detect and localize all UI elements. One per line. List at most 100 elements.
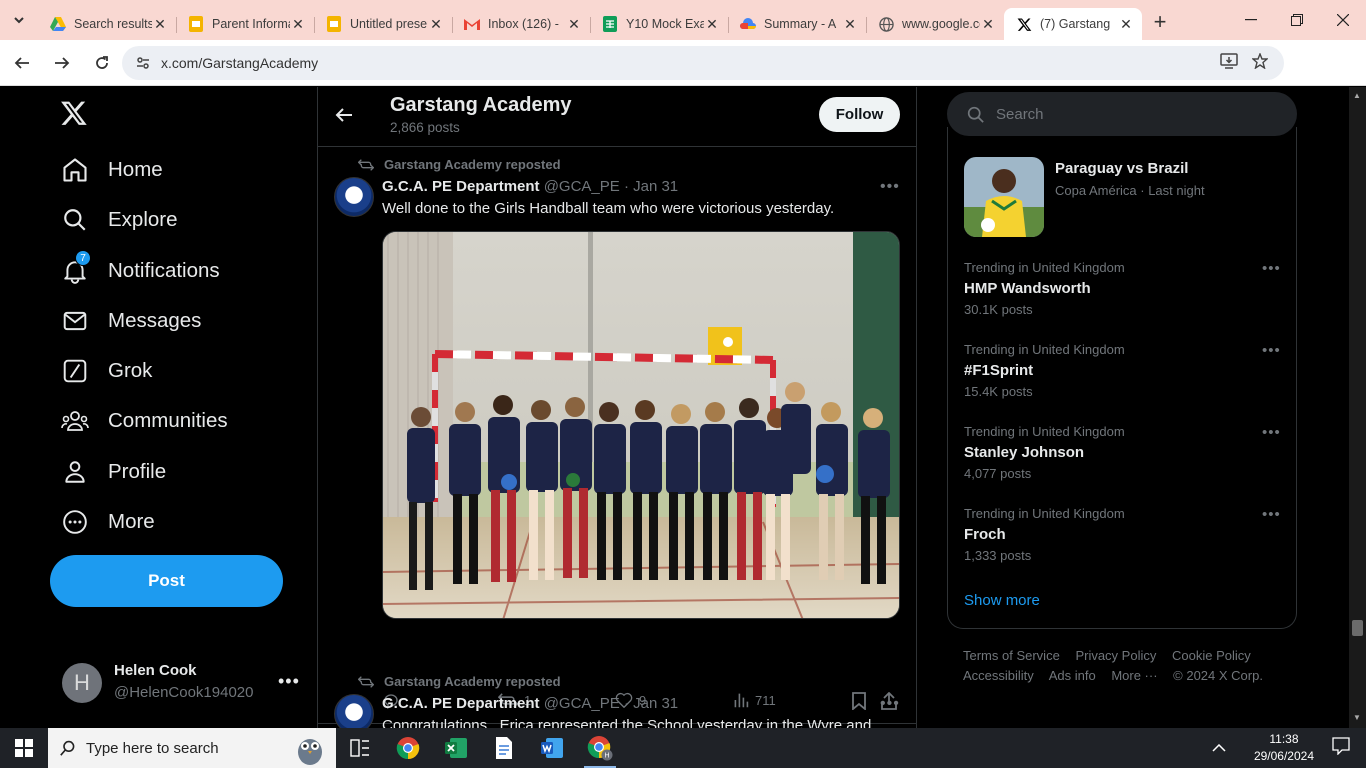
nav-explore[interactable]: Explore [60, 198, 178, 242]
clock-time: 11:38 [1269, 732, 1299, 746]
nav-notifications[interactable]: 7 Notifications [60, 249, 220, 293]
bookmark-button[interactable] [852, 692, 872, 710]
scroll-down-icon[interactable]: ▼ [1353, 713, 1361, 722]
tweet-more-icon[interactable]: ••• [880, 178, 900, 196]
windows-taskbar: Type here to search H 11:38 29/06/2024 [0, 728, 1366, 768]
tab-title: Parent Information [212, 17, 290, 31]
taskbar-search-input[interactable]: Type here to search [48, 728, 336, 768]
trend-context: Trending in United Kingdom [964, 342, 1125, 357]
minimize-button[interactable] [1228, 0, 1274, 40]
forward-button[interactable] [44, 45, 80, 81]
footer-link-accessibility[interactable]: Accessibility [963, 668, 1034, 683]
bookmark-star-icon[interactable] [1251, 51, 1269, 74]
install-app-icon[interactable] [1220, 52, 1238, 74]
author-avatar[interactable] [334, 694, 374, 728]
footer-link-terms[interactable]: Terms of Service [963, 648, 1060, 663]
close-icon[interactable]: ✕ [428, 16, 444, 33]
nav-communities[interactable]: Communities [60, 399, 228, 443]
nav-messages[interactable]: Messages [60, 299, 201, 343]
taskbar-word[interactable] [528, 728, 576, 768]
author-meta: @GCA_PE · Jan 31 [543, 178, 679, 195]
restore-button[interactable] [1274, 0, 1320, 40]
browser-tab-inbox[interactable]: Inbox (126) - ✕ [452, 8, 590, 40]
event-card[interactable]: Paraguay vs Brazil Copa América · Last n… [964, 157, 1284, 237]
trend-item[interactable]: Trending in United Kingdom Stanley Johns… [964, 424, 1284, 481]
person-icon [60, 457, 90, 487]
account-switcher[interactable]: H Helen Cook @HelenCook194020 ••• [62, 662, 302, 703]
page-scrollbar[interactable]: ▲ ▼ [1349, 87, 1366, 728]
search-placeholder: Search [996, 105, 1044, 123]
browser-tab-strip: Search results ✕ Parent Information ✕ Un… [0, 0, 1366, 40]
browser-tab-google[interactable]: www.google.com ✕ [866, 8, 1004, 40]
browser-tab-untitled-presentation[interactable]: Untitled presentation ✕ [314, 8, 452, 40]
close-icon[interactable]: ✕ [290, 16, 306, 33]
event-subtitle: Copa América · Last night [1055, 183, 1205, 198]
close-icon[interactable]: ✕ [704, 16, 720, 33]
footer-copyright: © 2024 X Corp. [1173, 668, 1263, 683]
nav-home[interactable]: Home [60, 148, 163, 192]
taskbar-notepad[interactable] [480, 728, 528, 768]
taskbar-chrome-profile[interactable]: H [576, 728, 624, 768]
more-dots-icon[interactable]: ••• [278, 671, 300, 692]
task-view-button[interactable] [336, 728, 384, 768]
nav-profile[interactable]: Profile [60, 450, 166, 494]
browser-tab-summary[interactable]: Summary - A ✕ [728, 8, 866, 40]
close-window-button[interactable] [1320, 0, 1366, 40]
notification-center-icon[interactable] [1332, 736, 1350, 760]
trend-context: Trending in United Kingdom [964, 506, 1125, 521]
browser-tab-search-results[interactable]: Search results ✕ [38, 8, 176, 40]
taskbar-chrome[interactable] [384, 728, 432, 768]
gmail-icon [464, 16, 480, 32]
trend-item[interactable]: Trending in United Kingdom Froch 1,333 p… [964, 506, 1284, 563]
trend-item[interactable]: Trending in United Kingdom HMP Wandswort… [964, 260, 1284, 317]
address-bar[interactable]: x.com/GarstangAcademy [122, 46, 1284, 80]
author-name[interactable]: G.C.A. PE Department [382, 695, 540, 712]
trend-more-icon[interactable]: ••• [1262, 506, 1281, 523]
nav-grok[interactable]: Grok [60, 349, 152, 393]
browser-tab-parent-information[interactable]: Parent Information ✕ [176, 8, 314, 40]
tweet-photo[interactable] [382, 231, 900, 619]
start-button[interactable] [0, 728, 48, 768]
close-icon[interactable]: ✕ [566, 16, 582, 33]
scrollbar-thumb[interactable] [1352, 620, 1363, 636]
tweet-text: Well done to the Girls Handball team who… [382, 200, 835, 217]
trend-item[interactable]: Trending in United Kingdom #F1Sprint 15.… [964, 342, 1284, 399]
search-input[interactable]: Search [947, 92, 1297, 136]
tab-search-button[interactable] [0, 0, 38, 40]
footer-link-privacy[interactable]: Privacy Policy [1075, 648, 1156, 663]
close-icon[interactable]: ✕ [152, 16, 168, 33]
footer-link-cookie[interactable]: Cookie Policy [1172, 648, 1251, 663]
nav-label: Explore [108, 208, 178, 231]
taskbar-excel[interactable] [432, 728, 480, 768]
bell-icon: 7 [60, 250, 91, 286]
show-more-link[interactable]: Show more [964, 592, 1040, 609]
new-tab-button[interactable]: + [1142, 6, 1178, 38]
scroll-up-icon[interactable]: ▲ [1353, 91, 1361, 100]
trend-more-icon[interactable]: ••• [1262, 260, 1281, 277]
back-arrow-icon[interactable] [334, 105, 356, 127]
google-sheets-icon [602, 16, 618, 32]
back-button[interactable] [4, 45, 40, 81]
browser-tab-garstang[interactable]: (7) Garstang ✕ [1004, 8, 1142, 40]
system-clock[interactable]: 11:38 29/06/2024 [1254, 731, 1314, 765]
post-button[interactable]: Post [50, 555, 283, 607]
footer-link-ads-info[interactable]: Ads info [1049, 668, 1096, 683]
event-title: Paraguay vs Brazil [1055, 160, 1189, 177]
close-icon[interactable]: ✕ [1118, 16, 1134, 33]
author-name[interactable]: G.C.A. PE Department [382, 178, 540, 195]
x-logo-icon[interactable] [60, 99, 92, 131]
author-avatar[interactable] [334, 177, 374, 217]
chevron-up-icon[interactable] [1212, 739, 1226, 757]
close-icon[interactable]: ✕ [842, 16, 858, 33]
site-info-icon[interactable] [126, 55, 160, 71]
tweet-more-icon[interactable]: ••• [880, 695, 900, 713]
follow-button[interactable]: Follow [819, 97, 900, 132]
trend-more-icon[interactable]: ••• [1262, 424, 1281, 441]
nav-more[interactable]: More [60, 500, 155, 544]
trend-more-icon[interactable]: ••• [1262, 342, 1281, 359]
close-icon[interactable]: ✕ [980, 16, 996, 33]
footer-link-more[interactable]: More ··· [1111, 668, 1157, 683]
reload-button[interactable] [84, 45, 120, 81]
views-button[interactable]: 711 [733, 692, 776, 708]
browser-tab-y10-mock[interactable]: Y10 Mock Exam ✕ [590, 8, 728, 40]
